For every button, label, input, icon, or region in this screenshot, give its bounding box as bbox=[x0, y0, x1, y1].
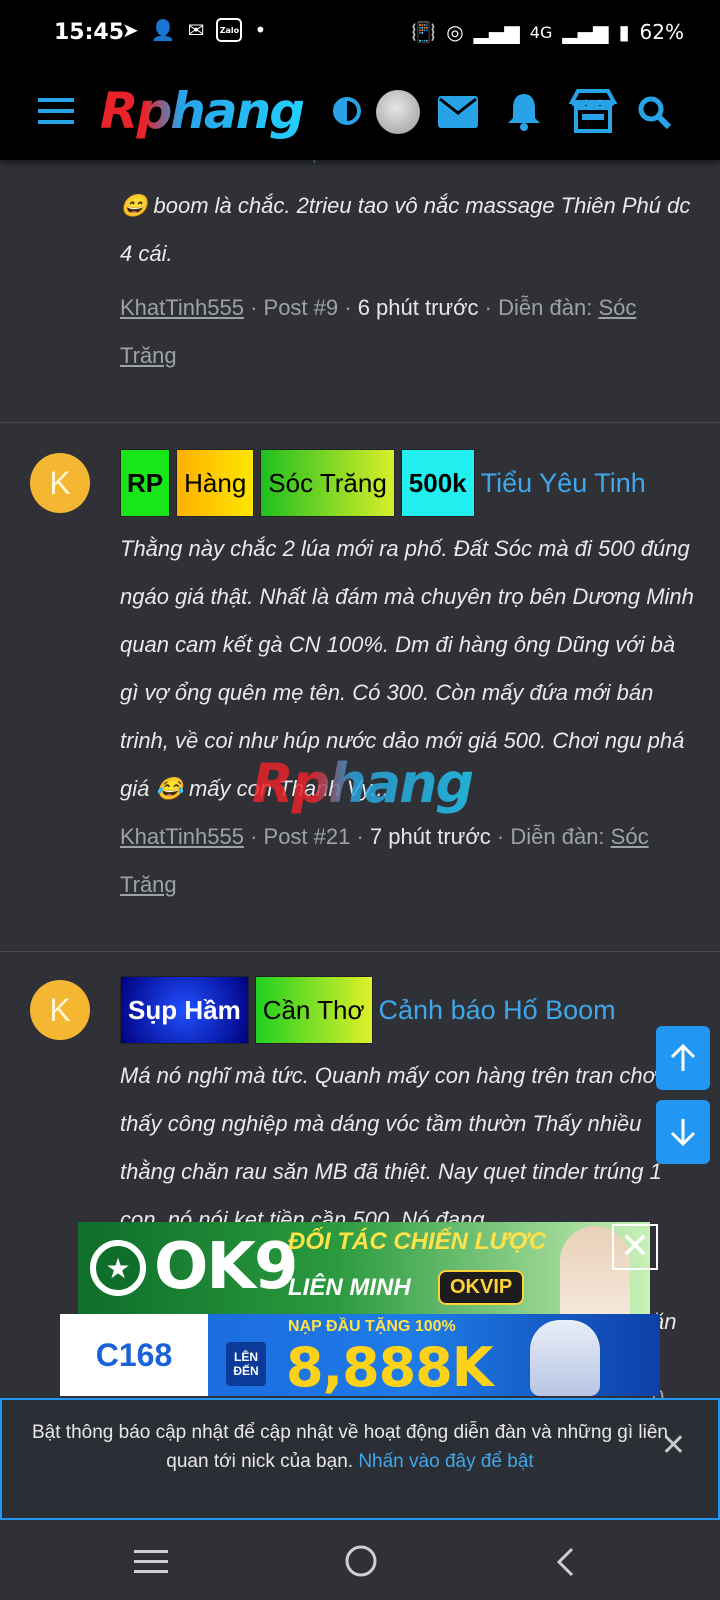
telegram-icon: ➤ bbox=[122, 18, 139, 42]
tag-hang[interactable]: Hàng bbox=[176, 449, 255, 517]
tag-can-tho[interactable]: Cần Thơ bbox=[254, 976, 373, 1044]
forum-label: Diễn đàn: bbox=[510, 824, 605, 849]
author-link[interactable]: KhatTinh555 bbox=[120, 824, 244, 849]
signal-icon-2: ▂▄▆ bbox=[562, 20, 609, 44]
menu-icon[interactable] bbox=[38, 96, 74, 131]
vibrate-icon: 📳 bbox=[411, 20, 437, 44]
post-title[interactable]: Cảnh báo Hố Boom bbox=[379, 995, 616, 1026]
zalo-icon: Zalo bbox=[216, 18, 243, 42]
ad-tagline: ĐỐI TÁC CHIẾN LƯỢC bbox=[288, 1228, 547, 1255]
mail-icon[interactable] bbox=[438, 96, 478, 133]
tag-500k[interactable]: 500k bbox=[400, 449, 475, 517]
post-item[interactable]: cho e xin info với ạ 😄 boom là chắc. 2tr… bbox=[0, 138, 720, 423]
site-logo[interactable]: Rphang bbox=[100, 82, 305, 140]
scroll-bottom-button[interactable] bbox=[656, 1100, 710, 1164]
post-meta: KhatTinh555 · Post #21 · 7 phút trước · … bbox=[120, 824, 649, 897]
ad-banner-c168[interactable]: C168 LÊN ĐẾN NẠP ĐẦU TẶNG 100% 8,888K bbox=[60, 1314, 660, 1396]
hotspot-icon: ◎ bbox=[446, 20, 464, 44]
post-meta: KhatTinh555 · Post #9 · 6 phút trước · D… bbox=[120, 295, 637, 368]
home-icon[interactable] bbox=[344, 1544, 378, 1583]
avatar[interactable]: K bbox=[30, 980, 90, 1040]
message-icon: ✉ bbox=[187, 18, 205, 42]
post-number: Post #9 bbox=[263, 295, 339, 320]
signal-icon: ▂▄▆ bbox=[473, 20, 520, 44]
dot-icon: • bbox=[254, 18, 267, 42]
tag-soc-trang[interactable]: Sóc Trăng bbox=[260, 449, 395, 517]
bell-icon[interactable] bbox=[506, 92, 542, 137]
author-link[interactable]: KhatTinh555 bbox=[120, 295, 244, 320]
tag-rp[interactable]: RP bbox=[120, 449, 171, 517]
add-contact-icon: 👤 bbox=[150, 18, 176, 42]
star-icon: ★ bbox=[90, 1240, 146, 1296]
clock: 15:45 bbox=[54, 20, 125, 45]
avatar[interactable]: K bbox=[30, 453, 90, 513]
ad-badge: OKVIP bbox=[438, 1270, 525, 1305]
ad-len-den: LÊN ĐẾN bbox=[226, 1342, 266, 1386]
ad-mascot-image bbox=[530, 1320, 600, 1396]
scroll-top-button[interactable] bbox=[656, 1026, 710, 1090]
post-time: 6 phút trước bbox=[357, 295, 479, 320]
post-item[interactable]: K RP Hàng Sóc Trăng 500k Tiểu Yêu Tinh T… bbox=[0, 423, 720, 952]
battery-icon: ▮ bbox=[618, 20, 630, 44]
post-time: 7 phút trước bbox=[369, 824, 491, 849]
ad-close-button[interactable]: ✕ bbox=[612, 1224, 658, 1270]
ad-brand: C168 bbox=[60, 1314, 208, 1396]
ad-brand: OK9 bbox=[154, 1230, 299, 1304]
back-icon[interactable] bbox=[554, 1546, 578, 1583]
recent-apps-icon[interactable] bbox=[134, 1548, 168, 1581]
ad-tagline: NẠP ĐẦU TẶNG 100% bbox=[288, 1318, 456, 1335]
app-header: Rphang bbox=[0, 68, 720, 160]
enable-notifications-link[interactable]: Nhấn vào đây để bật bbox=[358, 1451, 533, 1472]
watermark-logo: Rphang bbox=[252, 752, 474, 815]
user-avatar[interactable] bbox=[376, 90, 420, 134]
post-excerpt: Má nó nghĩ mà tức. Quanh mấy con hàng tr… bbox=[120, 1063, 698, 1232]
forum-label: Diễn đàn: bbox=[498, 295, 593, 320]
tag-sup-ham[interactable]: Sụp Hầm bbox=[120, 976, 249, 1044]
arrow-down-icon bbox=[670, 1119, 696, 1147]
store-icon[interactable] bbox=[568, 88, 618, 139]
post-title[interactable]: Tiểu Yêu Tinh bbox=[481, 468, 646, 499]
post-number: Post #21 bbox=[263, 824, 351, 849]
battery-level: 62% bbox=[639, 20, 684, 44]
arrow-up-icon bbox=[670, 1043, 696, 1071]
push-notification-prompt[interactable]: Bật thông báo cập nhật để cập nhật về ho… bbox=[0, 1398, 720, 1520]
ad-amount: 8,888K bbox=[286, 1336, 494, 1396]
search-icon[interactable] bbox=[638, 96, 672, 135]
system-nav-bar bbox=[0, 1520, 720, 1600]
status-bar: 15:45 ➤ 👤 ✉ Zalo • 📳 ◎ ▂▄▆ 4G ▂▄▆ ▮ 62% bbox=[0, 0, 720, 68]
notification-text: Bật thông báo cập nhật để cập nhật về ho… bbox=[32, 1422, 668, 1472]
theme-toggle-icon[interactable] bbox=[332, 96, 362, 131]
network-type: 4G bbox=[529, 22, 553, 42]
close-icon[interactable]: ✕ bbox=[661, 1428, 686, 1463]
ad-subline: LIÊN MINH bbox=[288, 1274, 411, 1301]
ad-banner-ok9[interactable]: ★ OK9 ĐỐI TÁC CHIẾN LƯỢC LIÊN MINH OKVIP bbox=[78, 1222, 650, 1314]
post-excerpt: 😄 boom là chắc. 2trieu tao vô nắc massag… bbox=[120, 193, 691, 266]
